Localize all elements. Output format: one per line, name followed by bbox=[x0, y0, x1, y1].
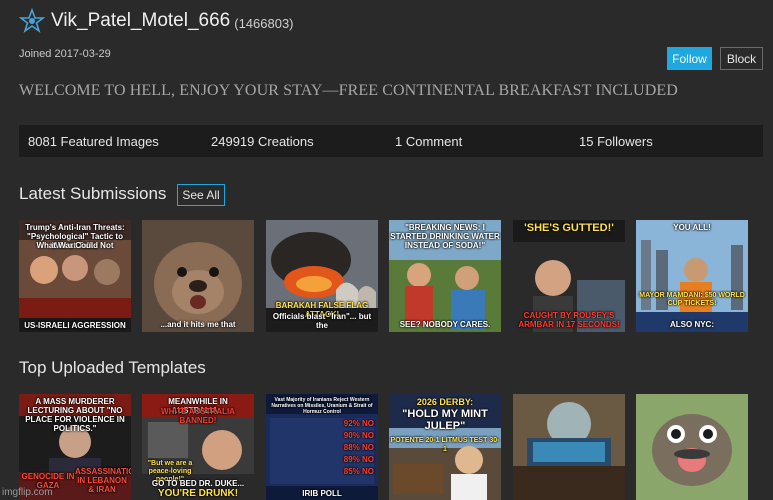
template-thumb[interactable] bbox=[636, 394, 748, 500]
block-button[interactable]: Block bbox=[720, 47, 763, 70]
thumb-caption-bottom: IRIB POLL bbox=[302, 489, 342, 498]
thumb-caption-top: Vast Majority of Iranians Reject Western… bbox=[271, 397, 373, 415]
thumb-caption-odds: POTENTE 20-1 LITMUS TEST 30-1 bbox=[390, 437, 500, 453]
thumb-caption-bottom: CAUGHT BY ROUSEY'S ARMBAR IN 17 SECONDS! bbox=[518, 311, 620, 329]
thumb-caption-top: 2026 DERBY: bbox=[416, 397, 474, 407]
thumb-caption-top-2: WHITE AUSTRALIA BANNED! bbox=[161, 407, 235, 425]
template-thumb[interactable] bbox=[513, 394, 625, 500]
top-templates-title: Top Uploaded Templates bbox=[19, 358, 206, 377]
thumb-caption-bottom: SEE? NOBODY CARES. bbox=[399, 320, 491, 329]
stat-followers[interactable]: 15 Followers bbox=[579, 134, 653, 149]
submission-thumb[interactable]: YOU ALL! MAYOR MAMDANI: $50 WORLD CUP TI… bbox=[636, 220, 748, 332]
see-all-link[interactable]: See All bbox=[177, 184, 225, 206]
poll-row-4: 89% NO bbox=[343, 455, 374, 464]
poll-row-5: 85% NO bbox=[343, 467, 374, 476]
user-id: (1466803) bbox=[234, 15, 294, 31]
thumb-caption-top: "BREAKING NEWS: I STARTED DRINKING WATER… bbox=[390, 223, 500, 250]
poll-row-2: 90% NO bbox=[343, 431, 374, 440]
submission-thumb[interactable]: 'SHE'S GUTTED!' CAUGHT BY ROUSEY'S ARMBA… bbox=[513, 220, 625, 332]
thumb-caption-bottom-2: YOU'RE DRUNK! bbox=[157, 488, 239, 499]
submission-thumb[interactable]: Trump's Anti-Iran Threats: "Psychologica… bbox=[19, 220, 131, 332]
stats-bar: 8081 Featured Images 249919 Creations 1 … bbox=[19, 125, 763, 157]
thumb-caption-bottom-2: Officials blast "Iran"... but the bbox=[272, 312, 372, 330]
username: Vik_Patel_Motel_666 bbox=[51, 10, 231, 31]
thumb-caption-bottom: ...and it hits me that bbox=[160, 320, 236, 329]
thumb-caption-mid: MAYOR MAMDANI: $50 WORLD CUP TICKETS! bbox=[639, 292, 745, 307]
thumb-caption-top-2: "HOLD MY MINT JULEP" bbox=[402, 408, 488, 432]
thumb-caption-bottom: GO TO BED DR. DUKE... bbox=[151, 479, 245, 488]
template-thumb[interactable]: 2026 DERBY: "HOLD MY MINT JULEP" POTENTE… bbox=[389, 394, 501, 500]
submission-thumb[interactable]: BARAKAH FALSE FLAG ATTACK! Officials bla… bbox=[266, 220, 378, 332]
stat-featured-images[interactable]: 8081 Featured Images bbox=[28, 134, 159, 149]
imgflip-watermark: imgflip.com bbox=[2, 487, 53, 498]
submission-thumb[interactable]: "BREAKING NEWS: I STARTED DRINKING WATER… bbox=[389, 220, 501, 332]
thumb-caption-top-2: What War Could Not bbox=[36, 241, 114, 250]
thumb-caption-bottom: US-ISRAELI AGGRESSION bbox=[24, 321, 126, 330]
profile-header: Vik_Patel_Motel_666 (1466803) bbox=[19, 8, 294, 34]
follow-button[interactable]: Follow bbox=[667, 47, 712, 70]
template-thumb[interactable]: A MASS MURDERER LECTURING ABOUT "NO PLAC… bbox=[19, 394, 131, 500]
thumb-caption-top: YOU ALL! bbox=[673, 223, 711, 232]
latest-submissions-title: Latest Submissions bbox=[19, 184, 167, 203]
submission-thumb[interactable]: ...and it hits me that bbox=[142, 220, 254, 332]
thumb-caption-top: 'SHE'S GUTTED!' bbox=[524, 222, 614, 234]
thumb-caption-bottom: ALSO NYC: bbox=[670, 320, 714, 329]
poll-row-1: 92% NO bbox=[343, 419, 374, 428]
template-thumb[interactable]: MEANWHILE IN AUSTRALIA... WHITE AUSTRALI… bbox=[142, 394, 254, 500]
poll-row-3: 88% NO bbox=[343, 443, 374, 452]
stat-creations[interactable]: 249919 Creations bbox=[211, 134, 314, 149]
user-bio: WELCOME TO HELL, ENJOY YOUR STAY—FREE CO… bbox=[19, 82, 678, 99]
thumb-caption-top: A MASS MURDERER LECTURING ABOUT "NO PLAC… bbox=[25, 397, 125, 433]
thumb-caption-right: ASSASSINATIONS IN LEBANON & IRAN bbox=[75, 467, 131, 494]
template-thumb[interactable]: Vast Majority of Iranians Reject Western… bbox=[266, 394, 378, 500]
stat-comments[interactable]: 1 Comment bbox=[395, 134, 462, 149]
user-badge-icon bbox=[19, 8, 45, 34]
joined-date: Joined 2017-03-29 bbox=[19, 48, 111, 60]
